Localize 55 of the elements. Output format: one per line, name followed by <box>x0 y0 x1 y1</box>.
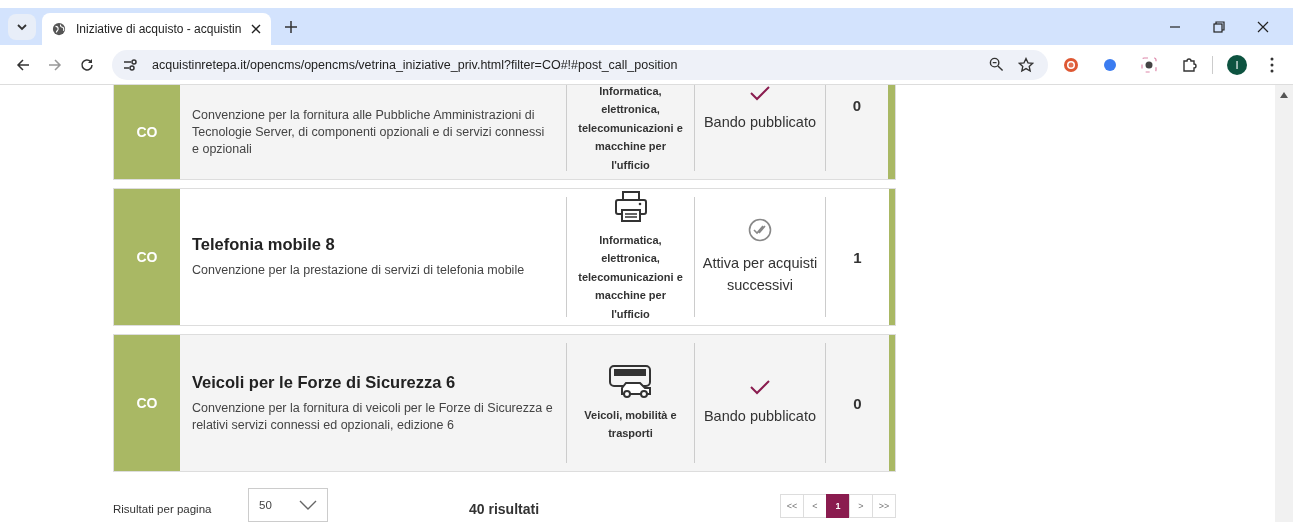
initiative-description: Convenzione per la fornitura alle Pubbliche Amministrazioni di Tecnologie Server, di componenti opzionali e di servizi connessi e opzionali <box>192 106 546 158</box>
printer-icon <box>613 190 648 223</box>
tab-title: Iniziative di acquisto - acquistin <box>76 22 242 36</box>
duck-extension-icon[interactable] <box>1063 56 1079 73</box>
scroll-up-arrow-icon[interactable] <box>1280 92 1288 98</box>
results-per-page-dropdown[interactable]: 50 <box>248 488 328 522</box>
category-label: Veicoli, mobilità e trasporti <box>583 407 678 441</box>
chevron-down-icon <box>299 500 317 510</box>
status-label: Bando pubblicato <box>703 407 817 426</box>
initiative-description: Convenzione per la fornitura di veicoli per le Forze di Sicurezza e relativi servizi connessi ed opzionali, edizione 6 <box>192 399 554 434</box>
scrollbar[interactable] <box>1275 85 1293 522</box>
checkmark-icon <box>749 85 771 101</box>
results-count: 40 risultati <box>469 500 540 517</box>
back-arrow-icon[interactable] <box>16 57 30 72</box>
star-icon[interactable] <box>1018 56 1034 73</box>
status-label: Attiva per acquisti successivi <box>701 254 819 295</box>
type-badge: CO <box>114 189 180 325</box>
restore-icon[interactable] <box>1213 20 1225 33</box>
pagination-button[interactable]: < <box>803 494 827 518</box>
type-badge: CO <box>114 335 180 471</box>
puzzle-icon[interactable] <box>1181 56 1197 73</box>
initiative-description: Convenzione per la prestazione di servizi di telefonia mobile <box>192 262 526 279</box>
browser-tab[interactable]: Iniziative di acquisto - acquistin <box>42 13 272 45</box>
address-bar[interactable]: acquistinretepa.it/opencms/opencms/vetrina_iniziative_priv.html?filter=CO#!#post_call_position <box>112 49 1048 80</box>
close-icon[interactable] <box>1257 20 1269 33</box>
pagination-button[interactable]: << <box>780 494 804 518</box>
menu-icon[interactable] <box>1270 56 1274 73</box>
category-label: Informatica, elettronica, telecomunicazioni e macchine per l'ufficio <box>577 232 684 322</box>
profile-avatar[interactable]: I <box>1227 54 1247 75</box>
globe-icon <box>52 22 66 36</box>
double-check-circle-icon <box>748 218 772 242</box>
category-label: Informatica, elettronica, telecomunicazioni e macchine per l'ufficio <box>577 85 684 173</box>
checkmark-icon <box>749 379 771 395</box>
result-card[interactable]: CO Telefonia mobile 8 Convenzione per la prestazione di servizi di telefonia mobile Informatica, elettronica, telecomunicazioni e macchine per l'ufficio Attiva per acquisti successivi 1 <box>113 188 896 326</box>
reload-icon[interactable] <box>80 57 94 72</box>
initiative-title[interactable]: Veicoli per le Forze di Sicurezza 6 <box>192 372 554 392</box>
pagination-button[interactable]: >> <box>872 494 896 518</box>
site-settings-icon[interactable] <box>122 56 138 73</box>
zoom-icon[interactable] <box>989 57 1004 72</box>
result-card[interactable] <box>113 85 896 180</box>
status-label: Bando pubblicato <box>703 113 817 132</box>
url-text: acquistinretepa.it/opencms/opencms/vetrina_iniziative_priv.html?filter=CO#!#post_call_position <box>152 57 678 72</box>
type-badge: CO <box>114 85 180 179</box>
pagination-button[interactable]: 1 <box>826 494 850 518</box>
results-per-page-label: Risultati per pagina <box>113 502 213 515</box>
new-tab-icon[interactable] <box>285 20 298 33</box>
close-icon[interactable] <box>251 24 262 34</box>
forward-arrow-icon[interactable] <box>48 57 62 72</box>
pagination-button[interactable]: > <box>849 494 873 518</box>
extension-icon[interactable] <box>1103 57 1117 72</box>
initiative-title[interactable]: Telefonia mobile 8 <box>192 235 554 254</box>
result-card[interactable] <box>113 334 896 472</box>
camera-extension-icon[interactable] <box>1141 56 1157 73</box>
bus-and-car-icon <box>607 363 654 398</box>
tab-list-button[interactable] <box>8 13 36 40</box>
